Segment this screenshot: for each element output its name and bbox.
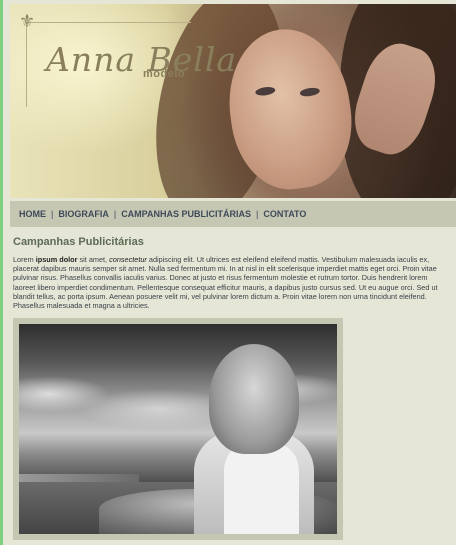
page: ⚜ Anna Bella modelo HOME | BIOGRAFIA | C… bbox=[0, 0, 456, 545]
body-text-rest: adipiscing elit. Ut ultrices est eleifen… bbox=[13, 255, 438, 311]
nav-item-contato[interactable]: CONTATO bbox=[263, 209, 306, 219]
logo-frame-line bbox=[26, 22, 27, 107]
body-text-mid: sit amet, bbox=[77, 255, 110, 264]
body-text-start: Lorem bbox=[13, 255, 36, 264]
photo-model-hair bbox=[209, 344, 299, 454]
main-nav: HOME | BIOGRAFIA | CAMPANHAS PUBLICITÁRI… bbox=[10, 201, 456, 227]
nav-item-campanhas[interactable]: CAMPANHAS PUBLICITÁRIAS bbox=[121, 209, 251, 219]
banner-photo-eye bbox=[254, 85, 276, 97]
banner-photo-eye bbox=[299, 86, 321, 98]
logo-subtitle: modelo bbox=[143, 68, 186, 80]
body-paragraph: Lorem ipsum dolor sit amet, consectetur … bbox=[13, 255, 445, 310]
photo-model-top bbox=[224, 444, 299, 534]
body-text-bold: ipsum dolor bbox=[35, 255, 78, 264]
fleur-de-lis-icon: ⚜ bbox=[19, 11, 36, 31]
page-title: Campanhas Publicitárias bbox=[13, 236, 144, 248]
logo-frame-line bbox=[26, 22, 191, 23]
main-content: Campanhas Publicitárias Lorem ipsum dolo… bbox=[13, 236, 445, 310]
header-banner: ⚜ Anna Bella modelo bbox=[10, 4, 456, 198]
campaign-photo-frame bbox=[13, 318, 343, 540]
nav-separator: | bbox=[256, 209, 259, 219]
nav-separator: | bbox=[51, 209, 54, 219]
campaign-photo[interactable] bbox=[19, 324, 337, 534]
nav-item-biografia[interactable]: BIOGRAFIA bbox=[58, 209, 109, 219]
nav-item-home[interactable]: HOME bbox=[19, 209, 46, 219]
body-text-italic: consectetur bbox=[109, 255, 147, 264]
nav-separator: | bbox=[113, 209, 117, 219]
logo-name[interactable]: Anna Bella bbox=[46, 40, 237, 79]
